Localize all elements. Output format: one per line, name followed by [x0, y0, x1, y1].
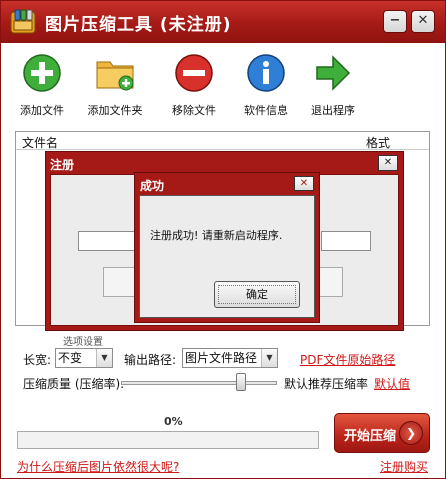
- add-folder-label: 添加文件夹: [87, 104, 143, 117]
- info-icon: [247, 54, 285, 92]
- focus-ring: [218, 285, 296, 304]
- close-icon: ✕: [383, 157, 393, 168]
- exit-label: 退出程序: [311, 104, 355, 117]
- add-file-label: 添加文件: [20, 104, 64, 117]
- compression-slider-track[interactable]: [121, 381, 277, 385]
- chevron-down-icon: ▼: [261, 349, 277, 367]
- arrow-right-icon: ❯: [399, 421, 423, 445]
- close-icon: ✕: [417, 13, 429, 28]
- progress-bar: [17, 431, 319, 449]
- chevron-down-icon: ▼: [96, 349, 112, 367]
- add-folder-button[interactable]: 添加文件夹: [79, 53, 151, 118]
- add-file-button[interactable]: 添加文件: [6, 53, 78, 118]
- register-dialog-close-button[interactable]: ✕: [378, 155, 398, 171]
- close-icon: ✕: [299, 178, 309, 189]
- register-code-input[interactable]: [78, 231, 138, 251]
- remove-file-button[interactable]: 移除文件: [158, 53, 230, 118]
- minimize-button[interactable]: −: [383, 10, 407, 33]
- exit-icon: [316, 55, 351, 91]
- output-path-select[interactable]: 图片文件路径 ▼: [182, 348, 278, 368]
- compression-slider-thumb[interactable]: [236, 373, 246, 391]
- exit-button[interactable]: 退出程序: [297, 53, 369, 118]
- main-window: 图片压缩工具 (未注册) − ✕ 添加文件 添加文件夹 移除文件 软件信息 退出…: [0, 0, 446, 479]
- compression-quality-label: 压缩质量 (压缩率):: [23, 377, 125, 391]
- window-title: 图片压缩工具 (未注册): [45, 15, 232, 35]
- output-path-value: 图片文件路径: [185, 351, 258, 365]
- size-select-value: 不变: [58, 351, 83, 365]
- default-value-link[interactable]: 默认值: [374, 375, 410, 392]
- options-section-title: 选项设置: [63, 337, 103, 348]
- minimize-icon: −: [389, 13, 401, 28]
- ok-button[interactable]: 确定: [214, 281, 300, 308]
- software-info-label: 软件信息: [244, 104, 288, 117]
- message-text: 注册成功! 请重新启动程序.: [150, 229, 283, 242]
- column-format[interactable]: 格式: [366, 134, 390, 151]
- size-select[interactable]: 不变 ▼: [55, 348, 113, 368]
- message-box-close-button[interactable]: ✕: [294, 176, 314, 191]
- app-logo-icon: [10, 9, 36, 34]
- register-code-input-2[interactable]: [321, 231, 371, 251]
- column-file-name[interactable]: 文件名: [22, 134, 58, 151]
- title-bar[interactable]: 图片压缩工具 (未注册) − ✕: [1, 1, 445, 43]
- register-purchase-link[interactable]: 注册购买: [380, 458, 428, 475]
- close-button[interactable]: ✕: [411, 10, 435, 33]
- pdf-original-path-link[interactable]: PDF文件原始路径: [300, 351, 395, 368]
- size-label: 长宽:: [23, 353, 52, 367]
- message-box-body: 注册成功! 请重新启动程序. 确定: [139, 195, 315, 318]
- progress-percent: 0%: [164, 415, 183, 428]
- output-path-label: 输出路径:: [124, 353, 177, 367]
- why-still-large-link[interactable]: 为什么压缩后图片依然很大呢?: [17, 458, 179, 475]
- message-box-title: 成功: [140, 179, 165, 193]
- register-dialog-title: 注册: [50, 158, 75, 172]
- recommended-rate-label: 默认推荐压缩率: [284, 377, 369, 391]
- start-compress-label: 开始压缩: [344, 429, 397, 444]
- add-folder-icon: [96, 61, 134, 91]
- add-file-icon: [23, 54, 61, 92]
- file-list-header: 文件名 格式: [16, 132, 429, 150]
- software-info-button[interactable]: 软件信息: [230, 53, 302, 118]
- success-message-box: 成功 ✕ 注册成功! 请重新启动程序. 确定: [134, 172, 320, 323]
- remove-file-label: 移除文件: [172, 104, 216, 117]
- remove-file-icon: [175, 54, 213, 92]
- start-compress-button[interactable]: 开始压缩 ❯: [334, 413, 430, 453]
